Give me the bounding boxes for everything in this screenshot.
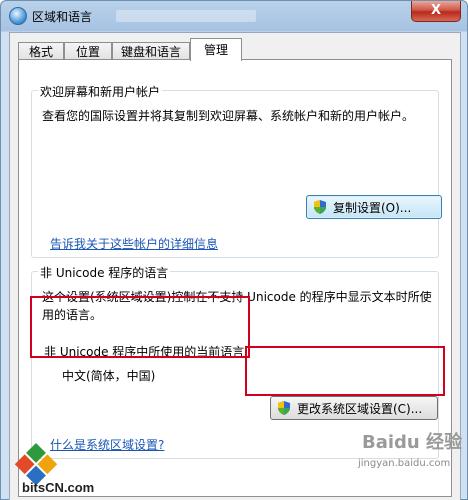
region-language-window: 区域和语言 X 格式 位置 键盘和语言 管理 欢迎屏幕和新用户帐户 查看您的国际…: [0, 0, 468, 500]
non-unicode-group-title: 非 Unicode 程序的语言: [38, 264, 171, 281]
change-system-locale-label: 更改系统区域设置(C)...: [297, 402, 423, 416]
close-button[interactable]: X: [411, 1, 461, 22]
highlight-change-locale: [245, 346, 445, 396]
uac-shield-icon: [314, 200, 326, 214]
globe-icon: [9, 7, 27, 25]
window-title: 区域和语言: [32, 10, 93, 24]
welcome-accounts-link[interactable]: 告诉我关于这些帐户的详细信息: [50, 235, 218, 252]
welcome-group-title: 欢迎屏幕和新用户帐户: [38, 83, 163, 100]
baidu-url-watermark: jingyan.baidu.com: [358, 458, 451, 469]
current-language-value: 中文(简体，中国): [62, 369, 156, 383]
copy-settings-label: 复制设置(O)...: [333, 201, 412, 215]
copy-settings-button[interactable]: 复制设置(O)...: [306, 195, 442, 219]
highlight-current-language: [30, 296, 250, 358]
tab-keyboards-languages[interactable]: 键盘和语言: [112, 42, 190, 60]
bitscn-logo-text: bitsCN.com: [22, 480, 95, 495]
blurred-title-region: [116, 10, 256, 22]
tab-administrative[interactable]: 管理: [190, 38, 242, 61]
welcome-screen-group: 欢迎屏幕和新用户帐户 查看您的国际设置并将其复制到欢迎屏幕、系统帐户和新的用户帐…: [31, 83, 442, 258]
baidu-watermark: Baidu 经验: [362, 432, 463, 453]
tab-location[interactable]: 位置: [64, 42, 112, 60]
welcome-description: 查看您的国际设置并将其复制到欢迎屏幕、系统帐户和新的用户帐户。: [42, 109, 415, 123]
change-system-locale-button[interactable]: 更改系统区域设置(C)...: [270, 396, 438, 420]
uac-shield-icon: [278, 401, 290, 415]
title-bar[interactable]: 区域和语言 X: [1, 1, 467, 31]
tab-formats[interactable]: 格式: [18, 42, 64, 60]
